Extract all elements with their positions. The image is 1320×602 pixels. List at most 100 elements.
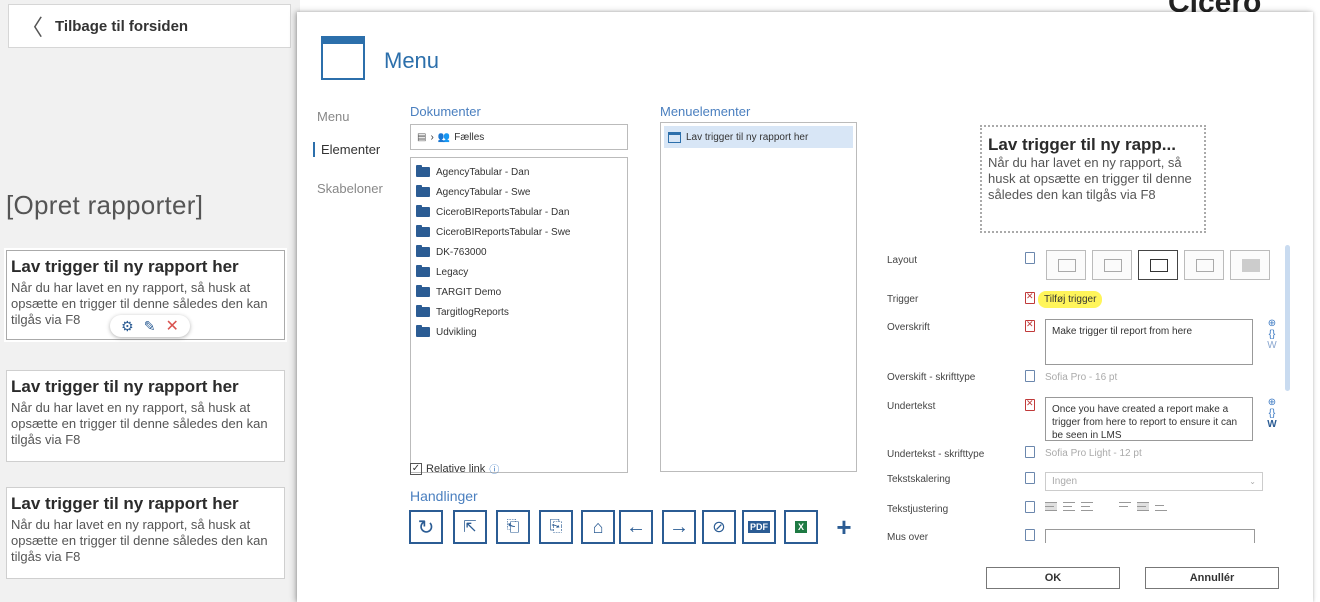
layout-option-2[interactable] [1092, 250, 1132, 280]
list-item[interactable]: Lav trigger til ny rapport her [664, 126, 853, 148]
heading-input[interactable]: Make trigger til report from here [1045, 319, 1253, 365]
menu-dialog: Menu Menu Elementer Skabeloner Dokumente… [297, 12, 1313, 602]
documents-heading: Dokumenter [410, 104, 481, 119]
open-external-action-button[interactable]: ⇱ [453, 510, 487, 544]
relative-link-option[interactable]: ✓ Relative link ⓘ [410, 461, 499, 476]
list-item[interactable]: Legacy [416, 262, 622, 282]
layout-option-5[interactable] [1230, 250, 1270, 280]
w-icon[interactable]: W [1266, 419, 1278, 430]
layout-option-3[interactable] [1138, 250, 1178, 280]
mouse-over-input[interactable] [1045, 529, 1255, 543]
refresh-action-button[interactable]: ↻ [409, 510, 443, 544]
list-item-label: CiceroBIReportsTabular - Dan [436, 206, 570, 218]
alignment-options [1045, 502, 1167, 511]
braces-icon[interactable]: {} [1266, 408, 1278, 419]
tile-title: Lav trigger til ny rapport her [11, 377, 239, 396]
pencil-icon[interactable]: ✎ [144, 318, 156, 335]
align-right-icon[interactable] [1081, 502, 1093, 511]
mouse-over-label: Mus over [887, 532, 929, 543]
chevron-right-icon: › [430, 131, 434, 143]
subtext-font-label: Undertekst - skrifttype [887, 449, 985, 460]
sidebar-item-elementer[interactable]: Elementer [313, 142, 380, 157]
forward-action-button[interactable]: → [662, 510, 696, 544]
folder-icon [416, 205, 430, 217]
scaling-label: Tekstskalering [887, 474, 951, 485]
layout-option-1[interactable] [1046, 250, 1086, 280]
ok-button[interactable]: OK [986, 567, 1120, 589]
documents-list: AgencyTabular - Dan AgencyTabular - Swe … [410, 157, 628, 473]
layout-option-4[interactable] [1184, 250, 1224, 280]
list-item[interactable]: Udvikling [416, 322, 622, 342]
list-item[interactable]: AgencyTabular - Swe [416, 182, 622, 202]
preview-title: Lav trigger til ny rapp... [988, 135, 1176, 154]
subtext-input[interactable]: Once you have created a report make a tr… [1045, 397, 1253, 441]
list-item[interactable]: CiceroBIReportsTabular - Swe [416, 222, 622, 242]
align-left-icon[interactable] [1045, 502, 1057, 511]
cancel-button[interactable]: Annullér [1145, 567, 1279, 589]
heading-tools: ⊕ {} W [1266, 318, 1278, 351]
info-icon[interactable]: ⓘ [489, 461, 499, 476]
tile-title: Lav trigger til ny rapport her [11, 494, 239, 513]
tile-text: Når du har lavet en ny rapport, så husk … [11, 400, 268, 447]
align-center-icon[interactable] [1063, 502, 1075, 511]
list-item-label: CiceroBIReportsTabular - Swe [436, 226, 571, 238]
home-action-button[interactable]: ⌂ [581, 510, 615, 544]
globe-icon[interactable]: ⊕ [1266, 318, 1278, 329]
back-label: Tilbage til forsiden [55, 17, 189, 35]
close-icon[interactable]: ✕ [166, 316, 179, 336]
list-item[interactable]: CiceroBIReportsTabular - Dan [416, 202, 622, 222]
folder-icon [416, 245, 430, 257]
zoom-out-action-button[interactable]: ⊘ [702, 510, 736, 544]
w-icon[interactable]: W [1266, 340, 1278, 351]
list-item[interactable]: DK-763000 [416, 242, 622, 262]
align-middle-icon[interactable] [1137, 502, 1149, 511]
excel-export-action-button[interactable]: X [784, 510, 818, 544]
scaling-select[interactable]: Ingen ⌄ [1045, 472, 1263, 491]
users-icon: 👥 [437, 131, 451, 143]
tile-card[interactable]: Lav trigger til ny rapport her Når du ha… [6, 370, 285, 462]
trigger-label: Trigger [887, 294, 919, 305]
page-title: [Opret rapporter] [6, 190, 204, 220]
subtext-tools: ⊕ {} W [1266, 397, 1278, 430]
add-trigger-link[interactable]: Tilføj trigger [1038, 291, 1103, 308]
pdf-export-action-button[interactable]: PDF [742, 510, 776, 544]
folder-icon [416, 305, 430, 317]
list-item[interactable]: TARGIT Demo [416, 282, 622, 302]
dialog-title: Menu [384, 48, 440, 73]
folder-icon [416, 325, 430, 337]
globe-icon[interactable]: ⊕ [1266, 397, 1278, 408]
open-in-place-action-button[interactable]: ⎘ [539, 510, 573, 544]
actions-heading: Handlinger [410, 488, 478, 504]
back-to-front-button[interactable]: 〈 Tilbage til forsiden [8, 4, 291, 48]
list-item[interactable]: AgencyTabular - Dan [416, 162, 622, 182]
back-action-button[interactable]: ← [619, 510, 653, 544]
gear-icon[interactable]: ⚙ [121, 318, 134, 335]
subtext-font-value[interactable]: Sofia Pro Light - 12 pt [1045, 448, 1142, 459]
field-error-icon [1025, 291, 1035, 304]
sidebar-item-menu[interactable]: Menu [317, 109, 350, 124]
heading-font-value[interactable]: Sofia Pro - 16 pt [1045, 372, 1117, 383]
align-bottom-icon[interactable] [1155, 502, 1167, 511]
list-item-label: AgencyTabular - Swe [436, 186, 531, 198]
tile-card[interactable]: Lav trigger til ny rapport her Når du ha… [6, 487, 285, 579]
folder-path[interactable]: ▤ › 👥 Fælles [410, 124, 628, 150]
properties-scrollbar[interactable] [1285, 245, 1290, 391]
add-action-button[interactable]: + [827, 510, 861, 544]
sidebar-item-skabeloner[interactable]: Skabeloner [317, 181, 383, 196]
relative-link-checkbox[interactable]: ✓ [410, 462, 422, 475]
field-error-icon [1025, 319, 1035, 332]
list-item[interactable]: TargitlogReports [416, 302, 622, 322]
align-top-icon[interactable] [1119, 502, 1131, 511]
list-item-label: AgencyTabular - Dan [436, 166, 530, 178]
field-icon [1025, 252, 1035, 264]
field-icon [1025, 472, 1035, 484]
list-item-label: TargitlogReports [436, 306, 509, 318]
folder-icon [416, 285, 430, 297]
folder-icon [416, 165, 430, 177]
scaling-value: Ingen [1052, 476, 1078, 487]
heading-label: Overskrift [887, 322, 930, 333]
braces-icon[interactable]: {} [1266, 329, 1278, 340]
field-icon [1025, 501, 1035, 513]
open-document-action-button[interactable]: ⎗ [496, 510, 530, 544]
path-label: Fælles [454, 131, 485, 143]
